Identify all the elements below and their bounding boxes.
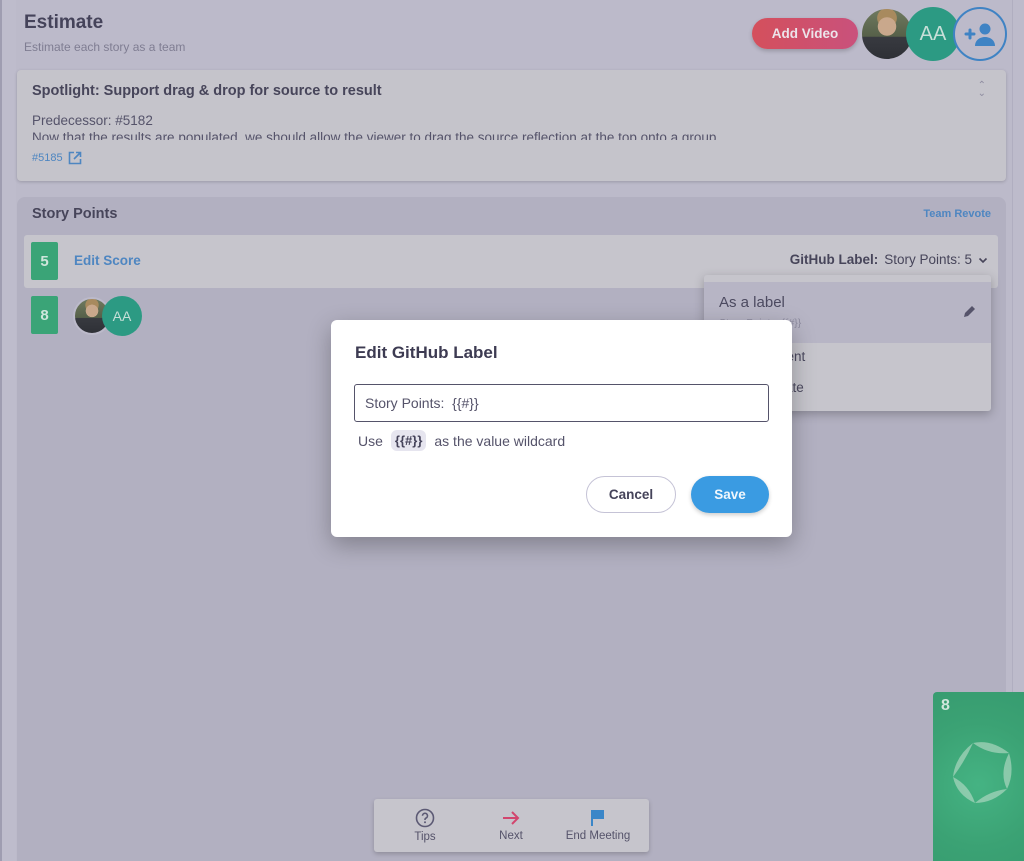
add-user-button[interactable] [953, 7, 1007, 61]
meeting-controls: Tips Next End Meeting [374, 799, 649, 852]
tips-label: Tips [414, 831, 436, 843]
dialog-title: Edit GitHub Label [355, 343, 498, 362]
github-label-value: Story Points: 5 [884, 252, 972, 267]
sidebar-strip [2, 0, 16, 861]
card-value: 8 [941, 697, 950, 714]
help-circle-icon [415, 808, 435, 828]
hint-prefix: Use [358, 432, 383, 449]
page-header: Estimate Estimate each story as a team [24, 12, 185, 54]
team-revote-button[interactable]: Team Revote [923, 208, 991, 220]
issue-number[interactable]: #5185 [32, 152, 63, 164]
end-meeting-button[interactable]: End Meeting [562, 799, 634, 852]
avatar-initials[interactable]: AA [906, 7, 960, 61]
hint-suffix: as the value wildcard [434, 432, 566, 449]
edit-github-label-dialog: Edit GitHub Label Use {{#}} as the value… [331, 320, 792, 537]
flag-icon [591, 810, 604, 826]
open-in-new-icon[interactable] [68, 151, 82, 165]
parabol-logo-icon [953, 742, 1012, 803]
score-chip: 5 [31, 242, 58, 280]
add-video-button[interactable]: Add Video [752, 18, 858, 49]
predecessor-text: Predecessor: #5182 [32, 113, 153, 128]
github-label-prefix: GitHub Label: [789, 252, 879, 267]
chevron-down-icon [978, 257, 988, 263]
story-description: Now that the results are populated, we s… [32, 130, 717, 140]
cancel-button[interactable]: Cancel [586, 476, 676, 513]
next-label: Next [499, 830, 523, 842]
arrow-right-icon [503, 811, 520, 825]
spotlight-card: Spotlight: Support drag & drop for sourc… [17, 70, 1006, 181]
pencil-icon[interactable] [963, 304, 977, 318]
wildcard-token: {{#}} [390, 430, 427, 451]
spotlight-title: Spotlight: Support drag & drop for sourc… [32, 83, 382, 99]
github-label-dropdown[interactable]: GitHub Label: Story Points: 5 [790, 252, 988, 267]
page-title: Estimate [24, 12, 104, 33]
section-title: Story Points [32, 206, 118, 222]
edit-score-button[interactable]: Edit Score [74, 253, 141, 268]
person-add-icon [964, 23, 995, 46]
next-button[interactable]: Next [481, 799, 541, 852]
save-button[interactable]: Save [691, 476, 769, 513]
description-clip: Now that the results are populated, we s… [32, 130, 932, 140]
menu-item-title: As a label [719, 294, 785, 311]
issue-link[interactable]: #5185 [32, 151, 82, 165]
poker-card[interactable]: 8 [933, 692, 1024, 861]
wildcard-hint: Use {{#}} as the value wildcard [358, 430, 565, 451]
label-template-input[interactable] [354, 384, 769, 422]
page-subtitle: Estimate each story as a team [24, 40, 186, 54]
tips-button[interactable]: Tips [394, 799, 456, 852]
end-meeting-label: End Meeting [565, 830, 631, 842]
unfold-icon[interactable]: ⌃ ⌄ [978, 81, 986, 99]
voter-avatar-initials: AA [102, 296, 142, 336]
vote-score-chip: 8 [31, 296, 58, 334]
